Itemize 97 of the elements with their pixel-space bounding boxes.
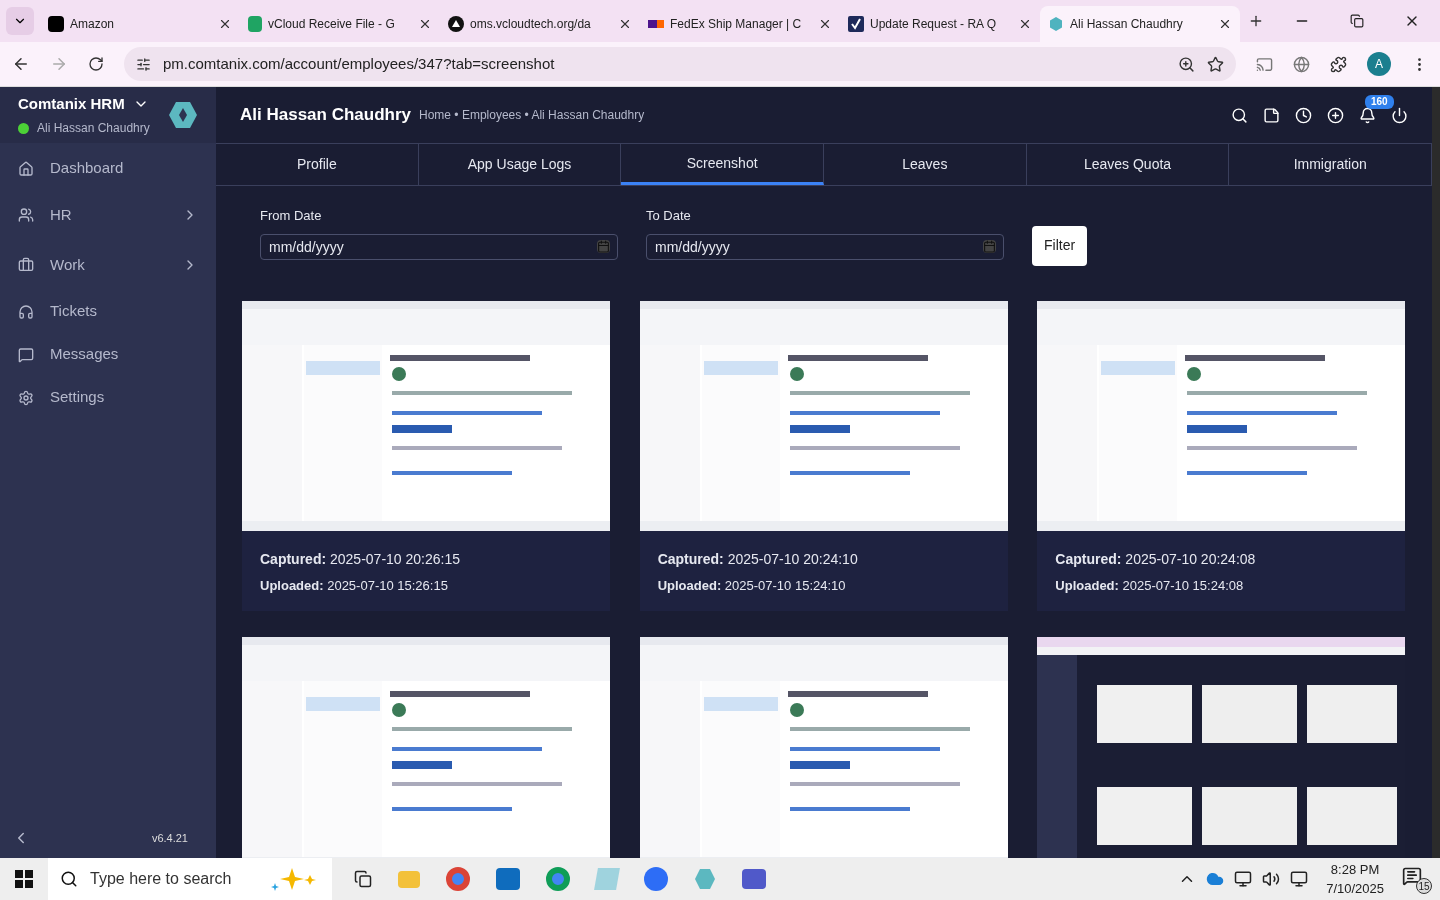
browser-tab[interactable]: vCloud Receive File - G xyxy=(240,6,440,42)
tab-title: Ali Hassan Chaudhry xyxy=(1070,16,1184,33)
screenshot-card[interactable]: Captured: 2025-07-10 20:24:08 Uploaded: 2025-07-10 15:24:08 xyxy=(1037,300,1406,611)
browser-icon[interactable] xyxy=(446,867,470,891)
screenshot-card[interactable]: Captured: 2025-07-10 20:24:10 Uploaded: 2025-07-10 15:24:10 xyxy=(639,300,1008,611)
sidebar-item[interactable]: Messages xyxy=(0,333,216,376)
profile-tab[interactable]: Immigration xyxy=(1229,144,1432,185)
sidebar-item[interactable]: Tickets xyxy=(0,290,216,333)
close-icon[interactable] xyxy=(1018,17,1032,31)
sidebar-item[interactable]: Work xyxy=(0,240,216,290)
zoom-icon[interactable] xyxy=(1178,55,1195,73)
task-view-icon[interactable] xyxy=(354,870,372,888)
browser-tab[interactable]: Amazon xyxy=(40,6,240,42)
extensions-icon[interactable] xyxy=(1330,55,1347,73)
captured-time: Captured: 2025-07-10 20:24:08 xyxy=(1055,549,1257,569)
version-label: v6.4.21 xyxy=(151,830,189,846)
favicon-icon xyxy=(448,16,464,32)
profile-tab[interactable]: Screenshot xyxy=(621,144,824,185)
logo-icon xyxy=(168,100,198,130)
notification-badge: 160 xyxy=(1365,94,1394,109)
breadcrumb: Home • Employees • Ali Hassan Chaudhry xyxy=(419,107,645,124)
cloud-icon[interactable] xyxy=(1206,870,1225,888)
close-icon[interactable] xyxy=(1218,17,1232,31)
teams-icon[interactable] xyxy=(742,869,766,889)
headset-icon xyxy=(18,303,34,320)
close-icon[interactable] xyxy=(218,17,232,31)
url-text: pm.comtanix.com/account/employees/347?tab=screenshot xyxy=(163,53,556,74)
power-icon[interactable] xyxy=(1391,106,1408,124)
user-name: Ali Hassan Chaudhry xyxy=(37,120,150,138)
tab-title: oms.vcloudtech.org/da xyxy=(470,16,592,33)
people-icon xyxy=(18,207,34,223)
profile-tab[interactable]: App Usage Logs xyxy=(418,144,622,185)
tab-title: Update Request - RA Q xyxy=(870,16,998,33)
note-icon[interactable] xyxy=(1263,106,1280,124)
date-field[interactable]: mm/dd/yyyy xyxy=(646,233,1004,260)
profile-tab[interactable]: Leaves Quota xyxy=(1026,144,1230,185)
chat-icon xyxy=(18,346,34,363)
brand-name: Comtanix HRM xyxy=(18,93,125,114)
browser-icon[interactable] xyxy=(546,867,570,891)
close-icon[interactable] xyxy=(418,17,432,31)
browser-tab[interactable]: Ali Hassan Chaudhry xyxy=(1040,6,1240,42)
uploaded-time: Uploaded: 2025-07-10 15:26:15 xyxy=(260,576,449,595)
profile-tab[interactable]: Leaves xyxy=(824,144,1027,185)
field-label: From Date xyxy=(260,207,323,225)
bookmark-icon[interactable] xyxy=(1207,55,1224,73)
restore-icon[interactable] xyxy=(1350,14,1364,28)
field-label: To Date xyxy=(646,207,692,225)
new-tab-icon[interactable] xyxy=(1248,13,1264,29)
page-title: Ali Hassan Chaudhry xyxy=(240,104,411,127)
favicon-icon xyxy=(248,16,262,32)
notification-count: 15 xyxy=(1416,878,1432,894)
favicon-icon xyxy=(648,20,664,28)
browser-tab[interactable]: FedEx Ship Manager | C xyxy=(640,6,840,42)
search-icon[interactable] xyxy=(1231,106,1248,124)
settings-icon xyxy=(18,389,34,406)
globe-icon[interactable] xyxy=(1293,55,1310,73)
address-bar[interactable]: pm.comtanix.com/account/employees/347?tab=screenshot xyxy=(124,47,1236,81)
clock-icon[interactable] xyxy=(1295,106,1312,124)
reload-icon[interactable] xyxy=(88,56,104,72)
tab-title: vCloud Receive File - G xyxy=(268,16,396,33)
favicon-icon xyxy=(48,16,64,32)
close-icon[interactable] xyxy=(818,17,832,31)
sidebar-item[interactable]: HR xyxy=(0,190,216,240)
profile-avatar[interactable]: A xyxy=(1367,52,1391,76)
add-icon[interactable] xyxy=(1327,106,1344,124)
favicon-icon xyxy=(848,16,864,32)
video-app-icon[interactable] xyxy=(644,867,668,891)
close-icon[interactable] xyxy=(618,17,632,31)
filter-button[interactable]: Filter xyxy=(1032,225,1088,266)
volume-icon[interactable] xyxy=(1262,870,1281,888)
network-icon[interactable] xyxy=(1290,870,1309,888)
screen-icon[interactable] xyxy=(1234,870,1253,888)
screenshot-card[interactable]: Captured: 2025-07-10 20:26:15 Uploaded: 2025-07-10 15:26:15 xyxy=(242,300,610,611)
site-info-icon[interactable] xyxy=(136,56,151,72)
windows-start-icon[interactable] xyxy=(15,870,33,888)
tab-title: FedEx Ship Manager | C xyxy=(670,16,803,33)
taskbar-search-field[interactable]: Type here to search xyxy=(48,858,332,900)
clock-date: 7/10/2025 xyxy=(1326,880,1384,898)
browser-tab[interactable]: oms.vcloudtech.org/da xyxy=(440,6,640,42)
browser-tab[interactable]: Update Request - RA Q xyxy=(840,6,1040,42)
tab-title: Amazon xyxy=(70,16,116,33)
uploaded-time: Uploaded: 2025-07-10 15:24:10 xyxy=(657,576,847,595)
sidebar-item[interactable]: Settings xyxy=(0,376,216,419)
house-icon xyxy=(18,160,34,177)
sidebar-item[interactable]: Dashboard xyxy=(0,147,216,190)
back-icon[interactable] xyxy=(12,55,30,73)
date-field[interactable]: mm/dd/yyyy xyxy=(260,233,618,260)
bell-icon[interactable] xyxy=(1359,106,1376,124)
favicon-icon xyxy=(1048,16,1064,32)
uploaded-time: Uploaded: 2025-07-10 15:24:08 xyxy=(1055,576,1245,595)
mail-app-icon[interactable] xyxy=(496,868,520,890)
captured-time: Captured: 2025-07-10 20:26:15 xyxy=(260,549,461,569)
clock-time: 8:28 PM xyxy=(1330,861,1380,879)
captured-time: Captured: 2025-07-10 20:24:10 xyxy=(657,549,859,569)
search-icon xyxy=(60,870,78,888)
profile-tab[interactable]: Profile xyxy=(216,144,419,185)
briefcase-icon xyxy=(18,257,34,273)
